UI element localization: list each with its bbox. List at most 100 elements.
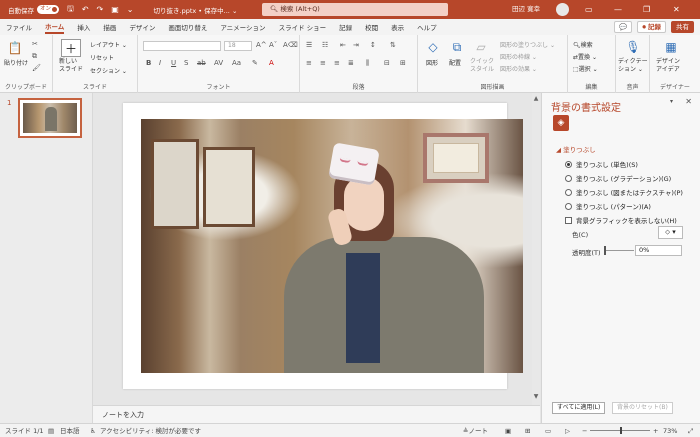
fill-section-header[interactable]: ◢ 塗りつぶし xyxy=(556,144,596,154)
paste-icon[interactable]: 📋 xyxy=(6,39,24,57)
layout-button[interactable]: レイアウト ⌄ xyxy=(90,40,127,49)
document-title[interactable]: 切り抜き.pptx • 保存中... ⌄ xyxy=(154,5,238,15)
new-slide-icon[interactable]: ＋ xyxy=(61,39,81,57)
proofing-icon[interactable]: ▤ xyxy=(48,424,54,437)
highlight-icon[interactable]: ✎ xyxy=(252,59,258,67)
fill-solid-option[interactable]: 塗りつぶし (単色)(S) xyxy=(565,159,638,169)
new-slide-label[interactable]: 新しい スライド xyxy=(59,58,83,74)
font-size-select[interactable]: 18 xyxy=(224,41,252,51)
notes-toggle[interactable]: ≜ノート xyxy=(463,424,488,437)
fill-pattern-option[interactable]: 塗りつぶし (パターン)(A) xyxy=(565,201,651,211)
tab-animations[interactable]: アニメーション xyxy=(220,22,265,32)
record-button[interactable]: ⏺ 記録 xyxy=(637,21,666,33)
transparency-input[interactable]: 0% xyxy=(635,245,682,256)
redo-icon[interactable]: ↷ xyxy=(97,5,104,14)
bold-icon[interactable]: B xyxy=(146,59,151,67)
bullets-icon[interactable]: ☰ xyxy=(306,41,312,49)
font-color-icon[interactable]: A xyxy=(269,59,274,67)
align-left-icon[interactable]: ≡ xyxy=(306,59,312,67)
strikethrough-icon[interactable]: ab xyxy=(197,59,206,67)
replace-button[interactable]: ⇄置換 ⌄ xyxy=(573,52,597,61)
tab-design[interactable]: デザイン xyxy=(129,22,155,32)
shadow-icon[interactable]: S xyxy=(184,59,188,67)
slide-sorter-icon[interactable]: ⊞ xyxy=(525,424,530,437)
tab-review[interactable]: 校閲 xyxy=(365,22,378,32)
underline-icon[interactable]: U xyxy=(171,59,176,67)
fill-gradient-radio[interactable] xyxy=(565,174,572,182)
numbering-icon[interactable]: ☷ xyxy=(322,41,328,49)
text-direction-icon[interactable]: ⇅ xyxy=(390,41,396,49)
design-ideas-label[interactable]: デザイン アイデア xyxy=(656,58,680,74)
apply-to-all-button[interactable]: すべてに適用(L) xyxy=(552,402,606,414)
slide-canvas[interactable] xyxy=(123,103,523,389)
notes-input[interactable]: ノートを入力 xyxy=(93,405,540,423)
fit-to-window-icon[interactable]: ⤢ xyxy=(688,424,693,437)
shapes-icon[interactable]: ◇ xyxy=(424,38,442,56)
pane-close-icon[interactable]: ✕ xyxy=(685,97,692,106)
dictate-label[interactable]: ディクテー ション ⌄ xyxy=(618,58,648,74)
avatar[interactable] xyxy=(556,3,569,16)
zoom-level[interactable]: 73% xyxy=(663,424,677,437)
spacing-icon[interactable]: AV xyxy=(214,59,223,67)
microphone-icon[interactable]: 🎙 xyxy=(624,38,642,56)
font-name-select[interactable] xyxy=(143,41,221,51)
customize-qat-icon[interactable]: ⌄ xyxy=(127,5,134,14)
case-icon[interactable]: Aa xyxy=(232,59,241,67)
align-text-icon[interactable]: ⊟ xyxy=(384,59,390,67)
slide-thumbnail[interactable] xyxy=(18,98,82,138)
language-indicator[interactable]: 日本語 xyxy=(60,424,80,437)
tab-slideshow[interactable]: スライド ショー xyxy=(279,22,327,32)
copy-icon[interactable]: ⧉ xyxy=(32,52,37,61)
grow-font-icon[interactable]: A^ xyxy=(256,41,267,49)
align-center-icon[interactable]: ≡ xyxy=(320,59,326,67)
cut-icon[interactable]: ✂ xyxy=(32,40,38,48)
shape-outline-button[interactable]: 図形の枠線 ⌄ xyxy=(500,52,537,61)
tab-help[interactable]: ヘルプ xyxy=(417,22,437,32)
arrange-icon[interactable]: ⧉ xyxy=(448,38,466,56)
undo-icon[interactable]: ↶ xyxy=(82,5,89,14)
zoom-slider-thumb[interactable] xyxy=(620,427,622,434)
save-icon[interactable]: 🖫 xyxy=(67,3,74,17)
clear-format-icon[interactable]: A⌫ xyxy=(283,41,298,49)
hide-bg-graphics-option[interactable]: 背景グラフィックを表示しない(H) xyxy=(565,215,677,225)
user-name[interactable]: 田辺 寛幸 xyxy=(512,0,540,19)
reset-button[interactable]: リセット xyxy=(90,53,114,62)
shape-fill-button[interactable]: 図形の塗りつぶし ⌄ xyxy=(500,40,555,49)
present-icon[interactable]: ▣ xyxy=(111,5,119,14)
autosave-toggle[interactable]: オン xyxy=(37,5,59,14)
close-button[interactable]: ✕ xyxy=(673,0,680,19)
fill-picture-radio[interactable] xyxy=(565,188,572,196)
italic-icon[interactable]: I xyxy=(159,59,161,67)
fill-solid-radio[interactable] xyxy=(565,160,572,168)
justify-icon[interactable]: ≣ xyxy=(348,59,354,67)
scroll-down-icon[interactable]: ▼ xyxy=(532,393,540,400)
vertical-scrollbar[interactable]: ▲ ▼ xyxy=(532,93,540,405)
zoom-in-icon[interactable]: + xyxy=(653,424,658,437)
ribbon-display-icon[interactable]: ▭ xyxy=(585,0,593,19)
select-button[interactable]: ⬚選択 ⌄ xyxy=(573,64,598,73)
hide-bg-graphics-checkbox[interactable] xyxy=(565,216,572,224)
scroll-up-icon[interactable]: ▲ xyxy=(532,95,540,102)
tab-draw[interactable]: 描画 xyxy=(103,22,116,32)
tab-file[interactable]: ファイル xyxy=(6,22,32,32)
find-button[interactable]: 🔍︎検索 xyxy=(573,40,593,49)
increase-indent-icon[interactable]: ⇥ xyxy=(353,41,359,49)
tab-home[interactable]: ホーム xyxy=(45,21,65,34)
fill-tab-icon[interactable]: ◈ xyxy=(553,115,569,131)
accessibility-status[interactable]: アクセシビリティ: 検討が必要です xyxy=(100,424,201,437)
slideshow-view-icon[interactable]: ▷ xyxy=(565,424,570,437)
quick-styles-icon[interactable]: ▱ xyxy=(472,38,490,56)
transparency-slider-thumb[interactable] xyxy=(604,246,606,255)
columns-icon[interactable]: ⫼ xyxy=(366,59,369,68)
align-right-icon[interactable]: ≡ xyxy=(334,59,340,67)
section-button[interactable]: セクション ⌄ xyxy=(90,66,127,75)
transparency-slider[interactable] xyxy=(604,250,634,251)
format-painter-icon[interactable]: 🖌 xyxy=(32,64,41,72)
share-button[interactable]: 共有 xyxy=(671,21,694,33)
comments-button[interactable]: 💬 xyxy=(614,21,633,33)
tab-transitions[interactable]: 画面切り替え xyxy=(168,22,207,32)
design-ideas-icon[interactable]: ▦ xyxy=(662,38,680,56)
fill-pattern-radio[interactable] xyxy=(565,202,572,210)
restore-button[interactable]: ❐ xyxy=(643,0,650,19)
minimize-button[interactable]: — xyxy=(614,0,622,19)
